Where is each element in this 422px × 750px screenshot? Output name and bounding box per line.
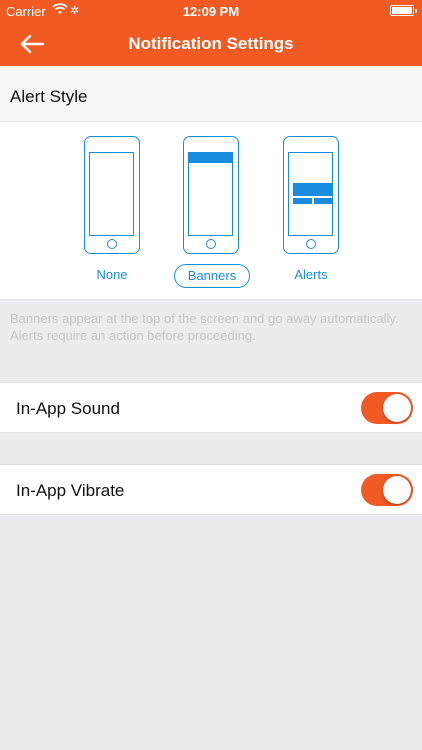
app-header: Carrier ✲ 12:09 PM Notification Settings xyxy=(0,0,422,66)
in-app-vibrate-toggle[interactable] xyxy=(361,474,413,506)
alert-style-alerts-label[interactable]: Alerts xyxy=(283,264,339,288)
page-title: Notification Settings xyxy=(128,34,294,53)
home-button-icon xyxy=(306,239,316,249)
phone-screen xyxy=(288,152,333,236)
alert-style-alerts-option[interactable] xyxy=(283,136,339,254)
alert-style-none-option[interactable] xyxy=(84,136,140,254)
alert-style-none-label[interactable]: None xyxy=(84,264,140,288)
phone-screen xyxy=(188,152,233,236)
status-time: 12:09 PM xyxy=(182,4,240,19)
status-bar: Carrier ✲ 12:09 PM xyxy=(0,0,422,22)
home-button-icon xyxy=(107,239,117,249)
alert-style-description: Banners appear at the top of the screen … xyxy=(10,311,399,343)
toggle-knob xyxy=(383,476,411,504)
home-button-icon xyxy=(206,239,216,249)
in-app-sound-row: In-App Sound xyxy=(0,382,422,433)
in-app-vibrate-label: In-App Vibrate xyxy=(16,481,125,500)
alert-style-title: Alert Style xyxy=(10,87,88,106)
toggle-knob xyxy=(383,394,411,422)
alert-style-section-header: Alert Style xyxy=(0,66,422,122)
in-app-vibrate-row: In-App Vibrate xyxy=(0,464,422,515)
in-app-sound-toggle[interactable] xyxy=(361,392,413,424)
alert-style-banners-label[interactable]: Banners xyxy=(174,264,250,288)
banner-indicator xyxy=(189,153,232,163)
alert-style-banners-option[interactable] xyxy=(183,136,239,254)
alert-style-picker: None Banners Alerts xyxy=(0,122,422,300)
alert-dialog-indicator xyxy=(293,183,333,205)
nav-bar: Notification Settings xyxy=(0,22,422,66)
battery-icon xyxy=(390,5,417,16)
phone-screen xyxy=(89,152,134,236)
in-app-sound-label: In-App Sound xyxy=(16,399,120,418)
